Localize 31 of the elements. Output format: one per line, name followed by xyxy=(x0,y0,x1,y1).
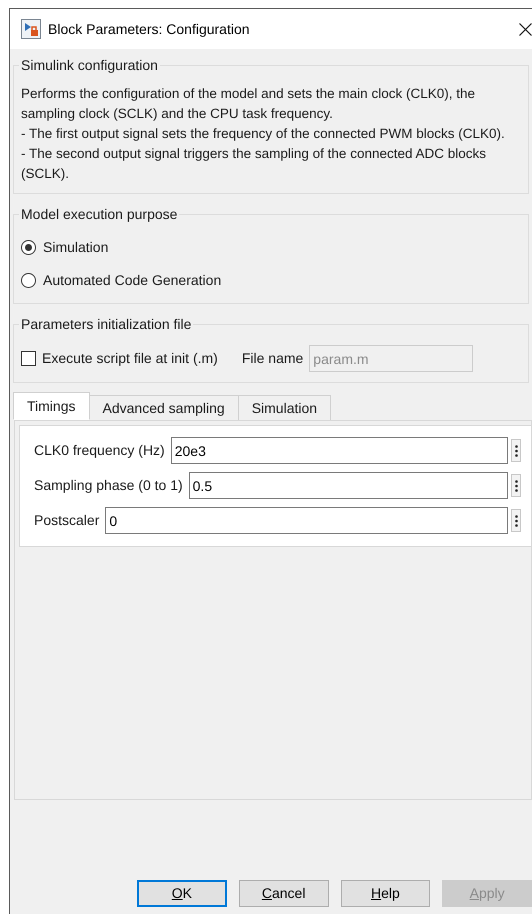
radio-option[interactable]: Automated Code Generation xyxy=(21,270,521,291)
block-icon xyxy=(21,19,41,39)
parameter-label: Sampling phase (0 to 1) xyxy=(34,476,183,495)
checkbox[interactable] xyxy=(21,351,36,366)
more-icon xyxy=(514,514,518,526)
dialog-button[interactable]: Help xyxy=(340,880,430,907)
parameter-label: CLK0 frequency (Hz) xyxy=(34,441,165,460)
radio-option[interactable]: Simulation xyxy=(21,237,521,258)
parameter-label: Postscaler xyxy=(34,511,100,530)
parameter-field[interactable]: 20e3 xyxy=(170,437,508,464)
tab[interactable]: Timings xyxy=(13,392,90,420)
more-options-button[interactable] xyxy=(511,439,521,462)
close-icon[interactable] xyxy=(519,22,532,36)
parameter-field[interactable]: 0.5 xyxy=(188,472,508,499)
more-options-button[interactable] xyxy=(511,509,521,532)
parameter-field[interactable]: 0 xyxy=(105,507,508,534)
group-title: Parameters initialization file xyxy=(20,315,192,334)
group-title: Model execution purpose xyxy=(20,205,178,224)
more-icon xyxy=(514,480,518,492)
radio-button[interactable] xyxy=(21,240,36,255)
description-text: Performs the configuration of the model and sets the main clock (CLK0), the sampling clock (SCLK) and the CPU task frequency. - The first output signal sets the frequency of the connected PWM blocks (CLK0). - The second output signal triggers the sampling of the connected ADC blocks (SCLK). xyxy=(21,85,506,183)
more-options-button[interactable] xyxy=(511,474,521,497)
dialog-button[interactable]: OK xyxy=(137,880,227,907)
window-title: Block Parameters: Configuration xyxy=(48,20,250,39)
radio-button[interactable] xyxy=(21,273,36,288)
dialog-button[interactable]: Cancel xyxy=(238,880,329,907)
file-name-label: File name xyxy=(242,349,304,368)
group-title: Simulink configuration xyxy=(20,56,159,75)
more-icon xyxy=(514,444,518,456)
tab[interactable]: Simulation xyxy=(238,395,332,420)
checkbox-label: Execute script file at init (.m) xyxy=(42,349,218,368)
